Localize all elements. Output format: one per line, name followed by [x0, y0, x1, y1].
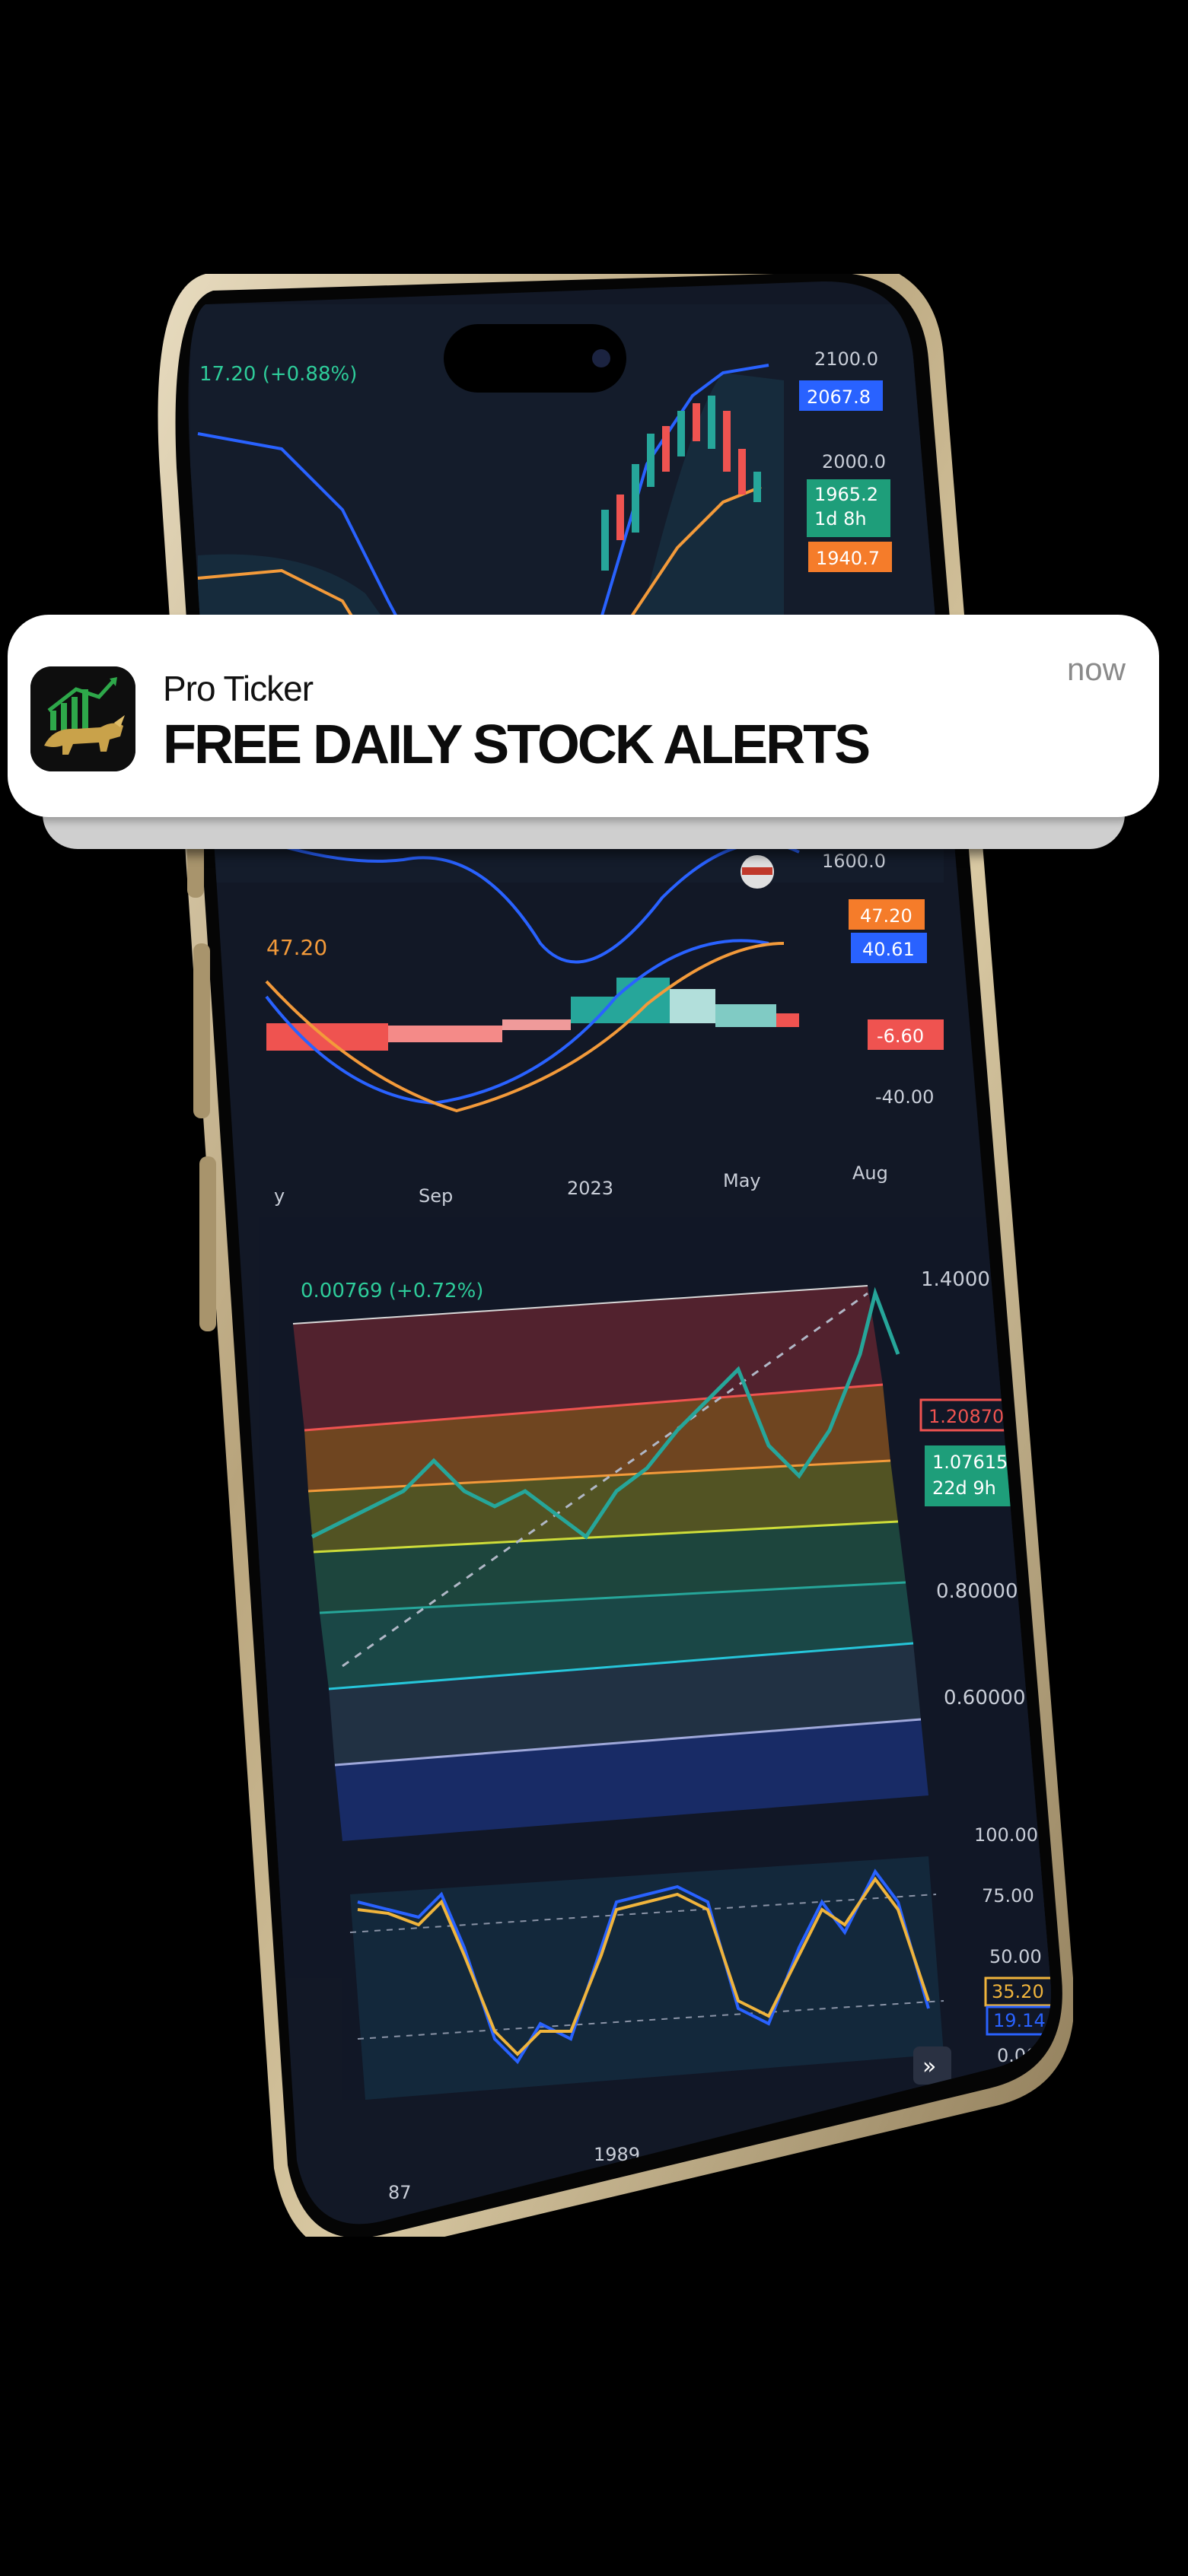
price-tick-2000: 2000.0	[822, 451, 886, 472]
stoch-x-tick-1991: 1991	[776, 2129, 823, 2150]
stoch-tick-50: 50.00	[989, 1946, 1042, 1967]
stoch-x-tick-1989: 1989	[594, 2144, 640, 2165]
stoch-tick-75: 75.00	[982, 1885, 1034, 1907]
top-change-label: 17.20 (+0.88%)	[199, 363, 357, 386]
macd-axis-value: -40.00	[875, 1086, 934, 1108]
x-tick-0: y	[274, 1185, 285, 1207]
chart-screen[interactable]: 17.20 (+0.88%) 2100.0 2067.8 2000.0 1965…	[114, 274, 1073, 2237]
stoch-tag-k: 35.20	[992, 1981, 1044, 2002]
price-tag-ma: 1940.7	[816, 548, 880, 569]
stoch-tag-d: 19.14	[993, 2010, 1046, 2031]
macd-tag-hist: -6.60	[877, 1026, 924, 1047]
stoch-tick-0: 0.00	[997, 2045, 1037, 2066]
notification-banner[interactable]: Pro Ticker FREE DAILY STOCK ALERTS now	[8, 615, 1159, 817]
x-tick-may: May	[723, 1170, 761, 1191]
macd-tag-signal: 47.20	[860, 905, 912, 927]
notification-title: FREE DAILY STOCK ALERTS	[163, 714, 871, 775]
price-tag-last: 1965.2	[814, 484, 878, 505]
x-tick-aug: Aug	[852, 1162, 888, 1184]
fib-tick-mid: 0.80000	[936, 1580, 1018, 1603]
fib-tick-low: 0.60000	[944, 1687, 1026, 1709]
x-tick-2023: 2023	[567, 1178, 613, 1199]
phone: 17.20 (+0.88%) 2100.0 2067.8 2000.0 1965…	[114, 274, 1073, 2237]
macd-tag-macd: 40.61	[862, 939, 915, 960]
fib-change-label: 0.00769 (+0.72%)	[301, 1280, 483, 1302]
fib-tag-price: 1.07615	[932, 1452, 1008, 1473]
fib-tick-top: 1.40000	[921, 1268, 1003, 1291]
fib-tag-countdown: 22d 9h	[932, 1477, 996, 1499]
macd-value-label: 47.20	[266, 935, 327, 960]
stoch-tick-100: 100.00	[974, 1824, 1038, 1846]
bull-chart-icon	[30, 666, 135, 771]
chevron-right-icon: »	[922, 2053, 936, 2080]
price-tag-current: 2067.8	[807, 386, 871, 408]
price-tag-countdown: 1d 8h	[814, 508, 867, 530]
notification-time: now	[1066, 651, 1126, 687]
stoch-x-tick-87: 87	[388, 2182, 412, 2203]
notification-app-name: Pro Ticker	[163, 669, 314, 708]
fib-tag-level: 1.20870	[928, 1406, 1004, 1427]
price-tick-2100: 2100.0	[814, 348, 878, 370]
price-tick-1600: 1600.0	[822, 851, 886, 872]
x-tick-sep: Sep	[419, 1185, 453, 1207]
